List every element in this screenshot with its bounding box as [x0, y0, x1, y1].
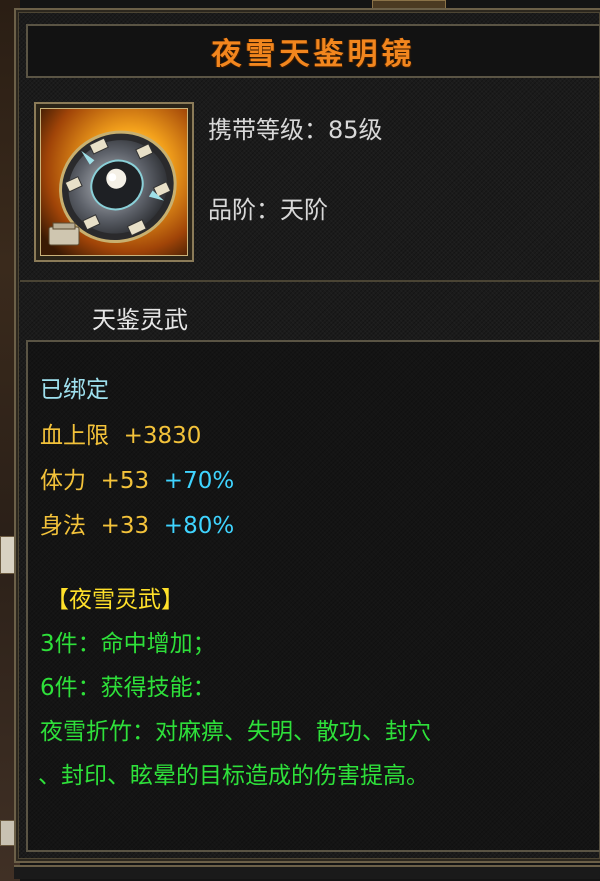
item-name: 夜雪天鉴明镜: [211, 37, 416, 72]
stat-agi: 身法 +33 +80%: [40, 506, 234, 540]
stat-hp: 血上限 +3830: [40, 416, 201, 450]
bound-status: 已绑定: [40, 377, 109, 403]
skill-description-line1: 夜雪折竹：对麻痹、失明、散功、封穴: [40, 719, 431, 745]
stat-hp-label: 血上限: [40, 423, 109, 449]
title-bar: 夜雪天鉴明镜: [26, 24, 600, 78]
bottom-frame-edge: [14, 865, 600, 879]
stat-hp-value: +3830: [123, 423, 202, 449]
set-bonus-3: 3件：命中增加；: [40, 631, 216, 657]
divider: [20, 280, 600, 282]
item-tooltip: 夜雪天鉴明镜 携带等级：85级 品阶：天阶 天鉴灵武 已绑定 血上限 +3830…: [14, 8, 600, 863]
item-icon-frame[interactable]: [34, 102, 194, 262]
stat-agi-pct: +80%: [163, 513, 235, 539]
skill-description-line2: 、封印、眩晕的目标造成的伤害提高。: [38, 763, 429, 789]
stat-str-label: 体力: [40, 468, 86, 494]
stat-agi-value: +33: [100, 513, 150, 539]
set-bonus-6: 6件：获得技能：: [40, 675, 216, 701]
round-mirror-shield-icon: [40, 108, 188, 256]
carry-level-text: 携带等级：85级: [208, 116, 383, 144]
item-grade-text: 品阶：天阶: [208, 196, 328, 224]
stat-str: 体力 +53 +70%: [40, 461, 234, 495]
stat-str-value: +53: [100, 468, 150, 494]
stat-str-pct: +70%: [163, 468, 235, 494]
set-name-label: 天鉴灵武: [92, 306, 188, 334]
stat-agi-label: 身法: [40, 513, 86, 539]
set-bonus-title: 【夜雪灵武】: [46, 587, 184, 613]
